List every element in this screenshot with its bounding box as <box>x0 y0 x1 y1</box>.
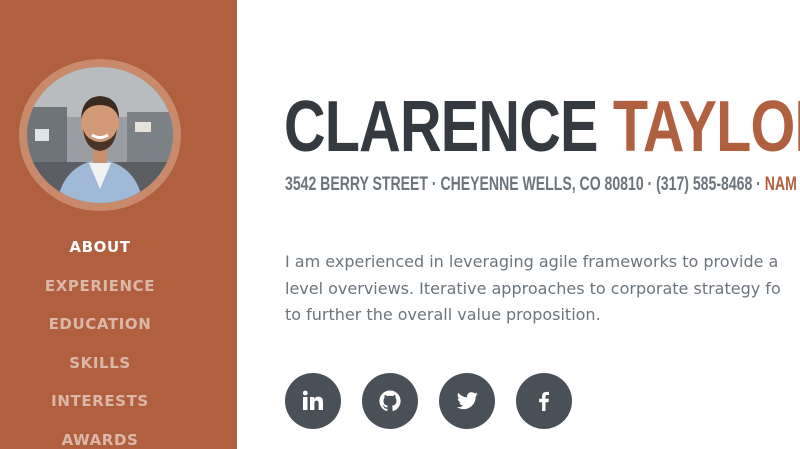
page-title: CLARENCE TAYLOR <box>284 84 800 170</box>
github-button[interactable] <box>362 373 418 429</box>
nav-item-education[interactable]: EDUCATION <box>0 309 200 348</box>
bio-line: to further the overall value proposition… <box>285 305 601 324</box>
twitter-button[interactable] <box>439 373 495 429</box>
nav-item-skills[interactable]: SKILLS <box>0 348 200 387</box>
sidebar-nav: ABOUT EXPERIENCE EDUCATION SKILLS INTERE… <box>0 232 200 449</box>
about-section: CLARENCE TAYLOR 3542 BERRY STREET · CHEY… <box>237 0 800 449</box>
nav-item-awards[interactable]: AWARDS <box>0 425 200 449</box>
contact-line: 3542 BERRY STREET · CHEYENNE WELLS, CO 8… <box>285 173 797 197</box>
linkedin-icon <box>302 390 323 410</box>
social-icons <box>285 373 572 429</box>
linkedin-button[interactable] <box>285 373 341 429</box>
facebook-button[interactable] <box>516 373 572 429</box>
profile-photo <box>27 67 173 203</box>
bio-text: I am experienced in leveraging agile fra… <box>285 249 800 329</box>
last-name: TAYLOR <box>612 87 800 167</box>
facebook-icon <box>539 391 549 411</box>
email-link[interactable]: NAM <box>765 174 797 195</box>
profile-photo-frame <box>19 59 181 211</box>
nav-item-interests[interactable]: INTERESTS <box>0 386 200 425</box>
first-name: CLARENCE <box>284 87 598 167</box>
twitter-icon <box>456 392 478 410</box>
contact-address: 3542 BERRY STREET · CHEYENNE WELLS, CO 8… <box>285 174 761 195</box>
sidebar: ABOUT EXPERIENCE EDUCATION SKILLS INTERE… <box>0 0 237 449</box>
github-icon <box>379 390 401 412</box>
bio-line: level overviews. Iterative approaches to… <box>285 278 781 298</box>
nav-item-experience[interactable]: EXPERIENCE <box>0 271 200 310</box>
profile-photo-image <box>27 67 173 203</box>
nav-item-about[interactable]: ABOUT <box>0 232 200 271</box>
bio-line: I am experienced in leveraging agile fra… <box>285 252 779 271</box>
